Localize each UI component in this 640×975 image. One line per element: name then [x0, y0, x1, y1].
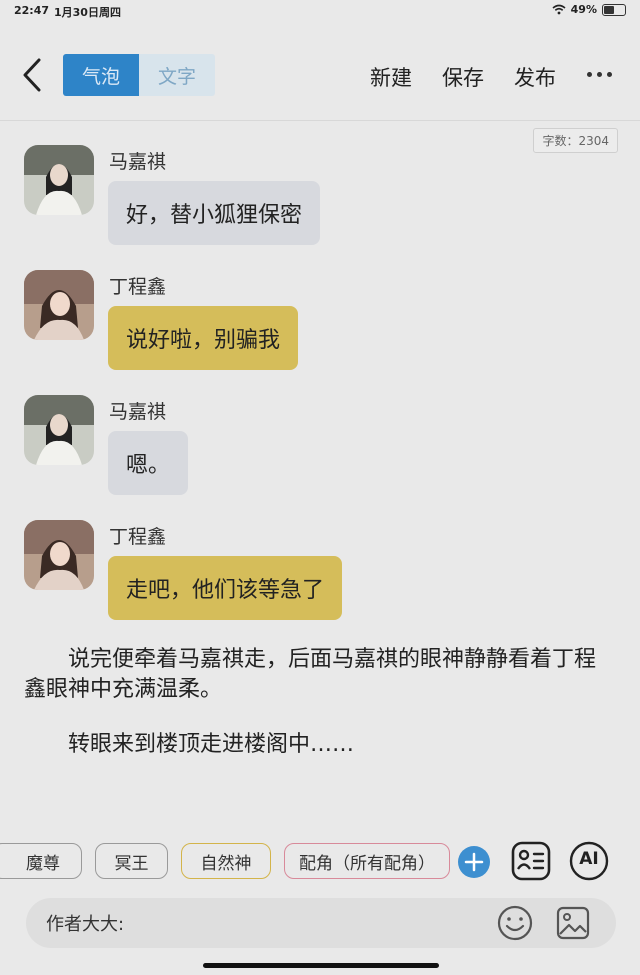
sender-name: 马嘉祺	[109, 151, 167, 173]
id-card-icon	[511, 841, 551, 881]
status-date: 1月30日周四	[54, 6, 121, 19]
chip-character[interactable]: 自然神	[181, 843, 271, 879]
sender-name: 马嘉祺	[109, 401, 167, 423]
message-bubble[interactable]: 好，替小狐狸保密	[108, 181, 321, 245]
more-dot	[597, 72, 602, 77]
new-button[interactable]: 新建	[370, 62, 412, 92]
toolbar: 气泡 文字 新建 保存 发布	[0, 40, 640, 112]
more-dot	[587, 72, 592, 77]
ai-button[interactable]: AI	[569, 841, 609, 881]
tab-text[interactable]: 文字	[139, 54, 215, 96]
chip-character[interactable]: 魔尊	[0, 843, 82, 879]
toolbar-divider	[0, 120, 640, 121]
chevron-left-icon	[23, 58, 41, 92]
mode-switch: 气泡 文字	[63, 54, 215, 96]
add-character-button[interactable]	[458, 846, 490, 878]
smiley-icon	[497, 905, 533, 941]
status-right: 49%	[552, 3, 626, 16]
battery-percent: 49%	[570, 3, 597, 16]
author-input[interactable]: 作者大大:	[26, 898, 616, 948]
status-bar: 22:47 1月30日周四 49%	[0, 0, 640, 22]
word-count: 字数：2304	[533, 128, 618, 153]
status-time: 22:47	[14, 4, 50, 17]
ai-label: AI	[579, 849, 599, 869]
avatar[interactable]	[24, 395, 94, 465]
message-bubble[interactable]: 嗯。	[108, 431, 189, 495]
publish-button[interactable]: 发布	[514, 62, 556, 92]
avatar[interactable]	[24, 145, 94, 215]
emoji-button[interactable]	[496, 904, 534, 942]
avatar[interactable]	[24, 270, 94, 340]
character-chips: 魔尊 冥王 自然神 配角（所有配角） AI	[0, 841, 640, 883]
home-indicator[interactable]	[203, 963, 439, 968]
sender-name: 丁程鑫	[109, 276, 167, 298]
image-icon	[556, 906, 590, 940]
chip-character[interactable]: 冥王	[95, 843, 168, 879]
message-bubble[interactable]: 走吧，他们该等急了	[108, 556, 343, 620]
back-button[interactable]	[18, 56, 46, 94]
plus-icon	[464, 852, 484, 872]
chip-character[interactable]: 配角（所有配角）	[284, 843, 450, 879]
sender-name: 丁程鑫	[109, 526, 167, 548]
author-input-label: 作者大大:	[46, 914, 125, 935]
tab-bubble[interactable]: 气泡	[63, 54, 139, 96]
avatar[interactable]	[24, 520, 94, 590]
more-dot	[607, 72, 612, 77]
battery-icon	[602, 3, 626, 16]
save-button[interactable]: 保存	[442, 62, 484, 92]
narration-paragraph[interactable]: 转眼来到楼顶走进楼阁中……	[24, 730, 614, 760]
character-list-button[interactable]	[511, 841, 551, 881]
narration-paragraph[interactable]: 说完便牵着马嘉祺走，后面马嘉祺的眼神静静看着丁程鑫眼神中充满温柔。	[24, 645, 614, 705]
image-button[interactable]	[554, 904, 592, 942]
message-bubble[interactable]: 说好啦，别骗我	[108, 306, 299, 370]
more-button[interactable]	[587, 72, 612, 77]
wifi-icon	[552, 4, 566, 15]
